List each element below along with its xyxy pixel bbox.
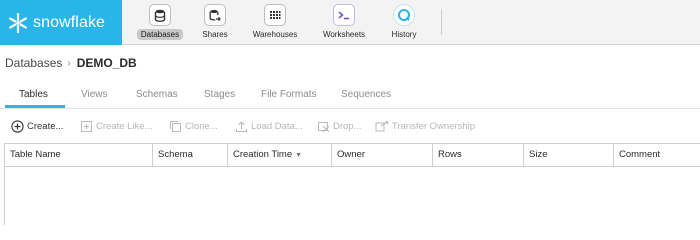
table-body-empty <box>4 167 700 225</box>
table-header-row: Table Name Schema Creation Time ▼ Owner R… <box>4 143 700 167</box>
nav-shares-label: Shares <box>202 30 228 39</box>
nav-warehouses-label: Warehouses <box>252 30 298 39</box>
create-like-button[interactable]: Create Like... <box>79 116 153 136</box>
load-data-button[interactable]: Load Data... <box>234 116 303 136</box>
snowflake-icon <box>9 12 27 33</box>
column-header-label: Creation Time <box>233 149 293 160</box>
column-header-label: Owner <box>337 149 365 160</box>
create-button[interactable]: Create... <box>10 116 63 136</box>
chevron-right-icon: › <box>67 57 71 69</box>
column-header-rows[interactable]: Rows <box>433 144 524 166</box>
clone-icon <box>168 119 182 133</box>
active-tab-indicator <box>5 105 65 108</box>
worksheet-icon <box>333 4 355 26</box>
nav-history-label: History <box>391 30 417 39</box>
tab-stages[interactable]: Stages <box>204 89 235 100</box>
column-header-table-name[interactable]: Table Name <box>5 144 153 166</box>
drop-button[interactable]: Drop... <box>316 116 362 136</box>
column-header-label: Rows <box>438 149 462 160</box>
brand-name: snowflake <box>33 13 106 31</box>
column-header-label: Size <box>529 149 548 160</box>
column-header-label: Schema <box>158 149 193 160</box>
tab-tables[interactable]: Tables <box>19 89 48 100</box>
nav-divider <box>441 9 442 35</box>
snowflake-logo[interactable]: snowflake <box>0 0 122 45</box>
breadcrumb: Databases › DEMO_DB <box>5 56 137 70</box>
nav-shares[interactable]: Shares <box>190 0 240 45</box>
create-button-label: Create... <box>27 120 64 132</box>
top-navigation-bar: snowflake Databases Shares Warehouses Wo… <box>0 0 700 45</box>
table-toolbar: Create... Create Like... Clone... Load D… <box>0 116 700 136</box>
nav-worksheets[interactable]: Worksheets <box>316 0 372 45</box>
drop-button-label: Drop... <box>333 120 362 132</box>
nav-history[interactable]: History <box>382 0 426 45</box>
transfer-ownership-button[interactable]: Transfer Ownership <box>375 116 475 136</box>
database-icon <box>149 4 171 26</box>
column-header-creation-time[interactable]: Creation Time ▼ <box>228 144 332 166</box>
create-like-button-label: Create Like... <box>96 120 153 132</box>
upload-icon <box>234 119 248 133</box>
tables-grid: Table Name Schema Creation Time ▼ Owner R… <box>4 143 700 225</box>
sort-descending-icon: ▼ <box>295 152 303 159</box>
nav-databases[interactable]: Databases <box>130 0 190 45</box>
warehouse-icon <box>264 4 286 26</box>
clone-button-label: Clone... <box>185 120 218 132</box>
nav-worksheets-label: Worksheets <box>322 30 366 39</box>
breadcrumb-current-database: DEMO_DB <box>76 56 137 70</box>
create-like-icon <box>79 119 93 133</box>
object-tabs: Tables Views Schemas Stages File Formats… <box>0 84 700 109</box>
column-header-size[interactable]: Size <box>524 144 614 166</box>
tab-file-formats[interactable]: File Formats <box>261 89 317 100</box>
share-icon <box>204 4 226 26</box>
column-header-label: Table Name <box>10 149 61 160</box>
drop-icon <box>316 119 330 133</box>
column-header-comment[interactable]: Comment <box>614 144 700 166</box>
tab-sequences[interactable]: Sequences <box>341 89 391 100</box>
clone-button[interactable]: Clone... <box>168 116 218 136</box>
column-header-schema[interactable]: Schema <box>153 144 228 166</box>
tab-schemas[interactable]: Schemas <box>136 89 178 100</box>
column-header-owner[interactable]: Owner <box>332 144 433 166</box>
transfer-icon <box>375 119 389 133</box>
breadcrumb-databases-link[interactable]: Databases <box>5 56 62 70</box>
plus-circle-icon <box>10 119 24 133</box>
load-data-button-label: Load Data... <box>251 120 303 132</box>
column-header-label: Comment <box>619 149 661 160</box>
tab-views[interactable]: Views <box>81 89 108 100</box>
history-icon <box>393 4 415 26</box>
transfer-ownership-button-label: Transfer Ownership <box>392 120 476 132</box>
nav-warehouses[interactable]: Warehouses <box>245 0 305 45</box>
nav-databases-label: Databases <box>136 29 184 40</box>
